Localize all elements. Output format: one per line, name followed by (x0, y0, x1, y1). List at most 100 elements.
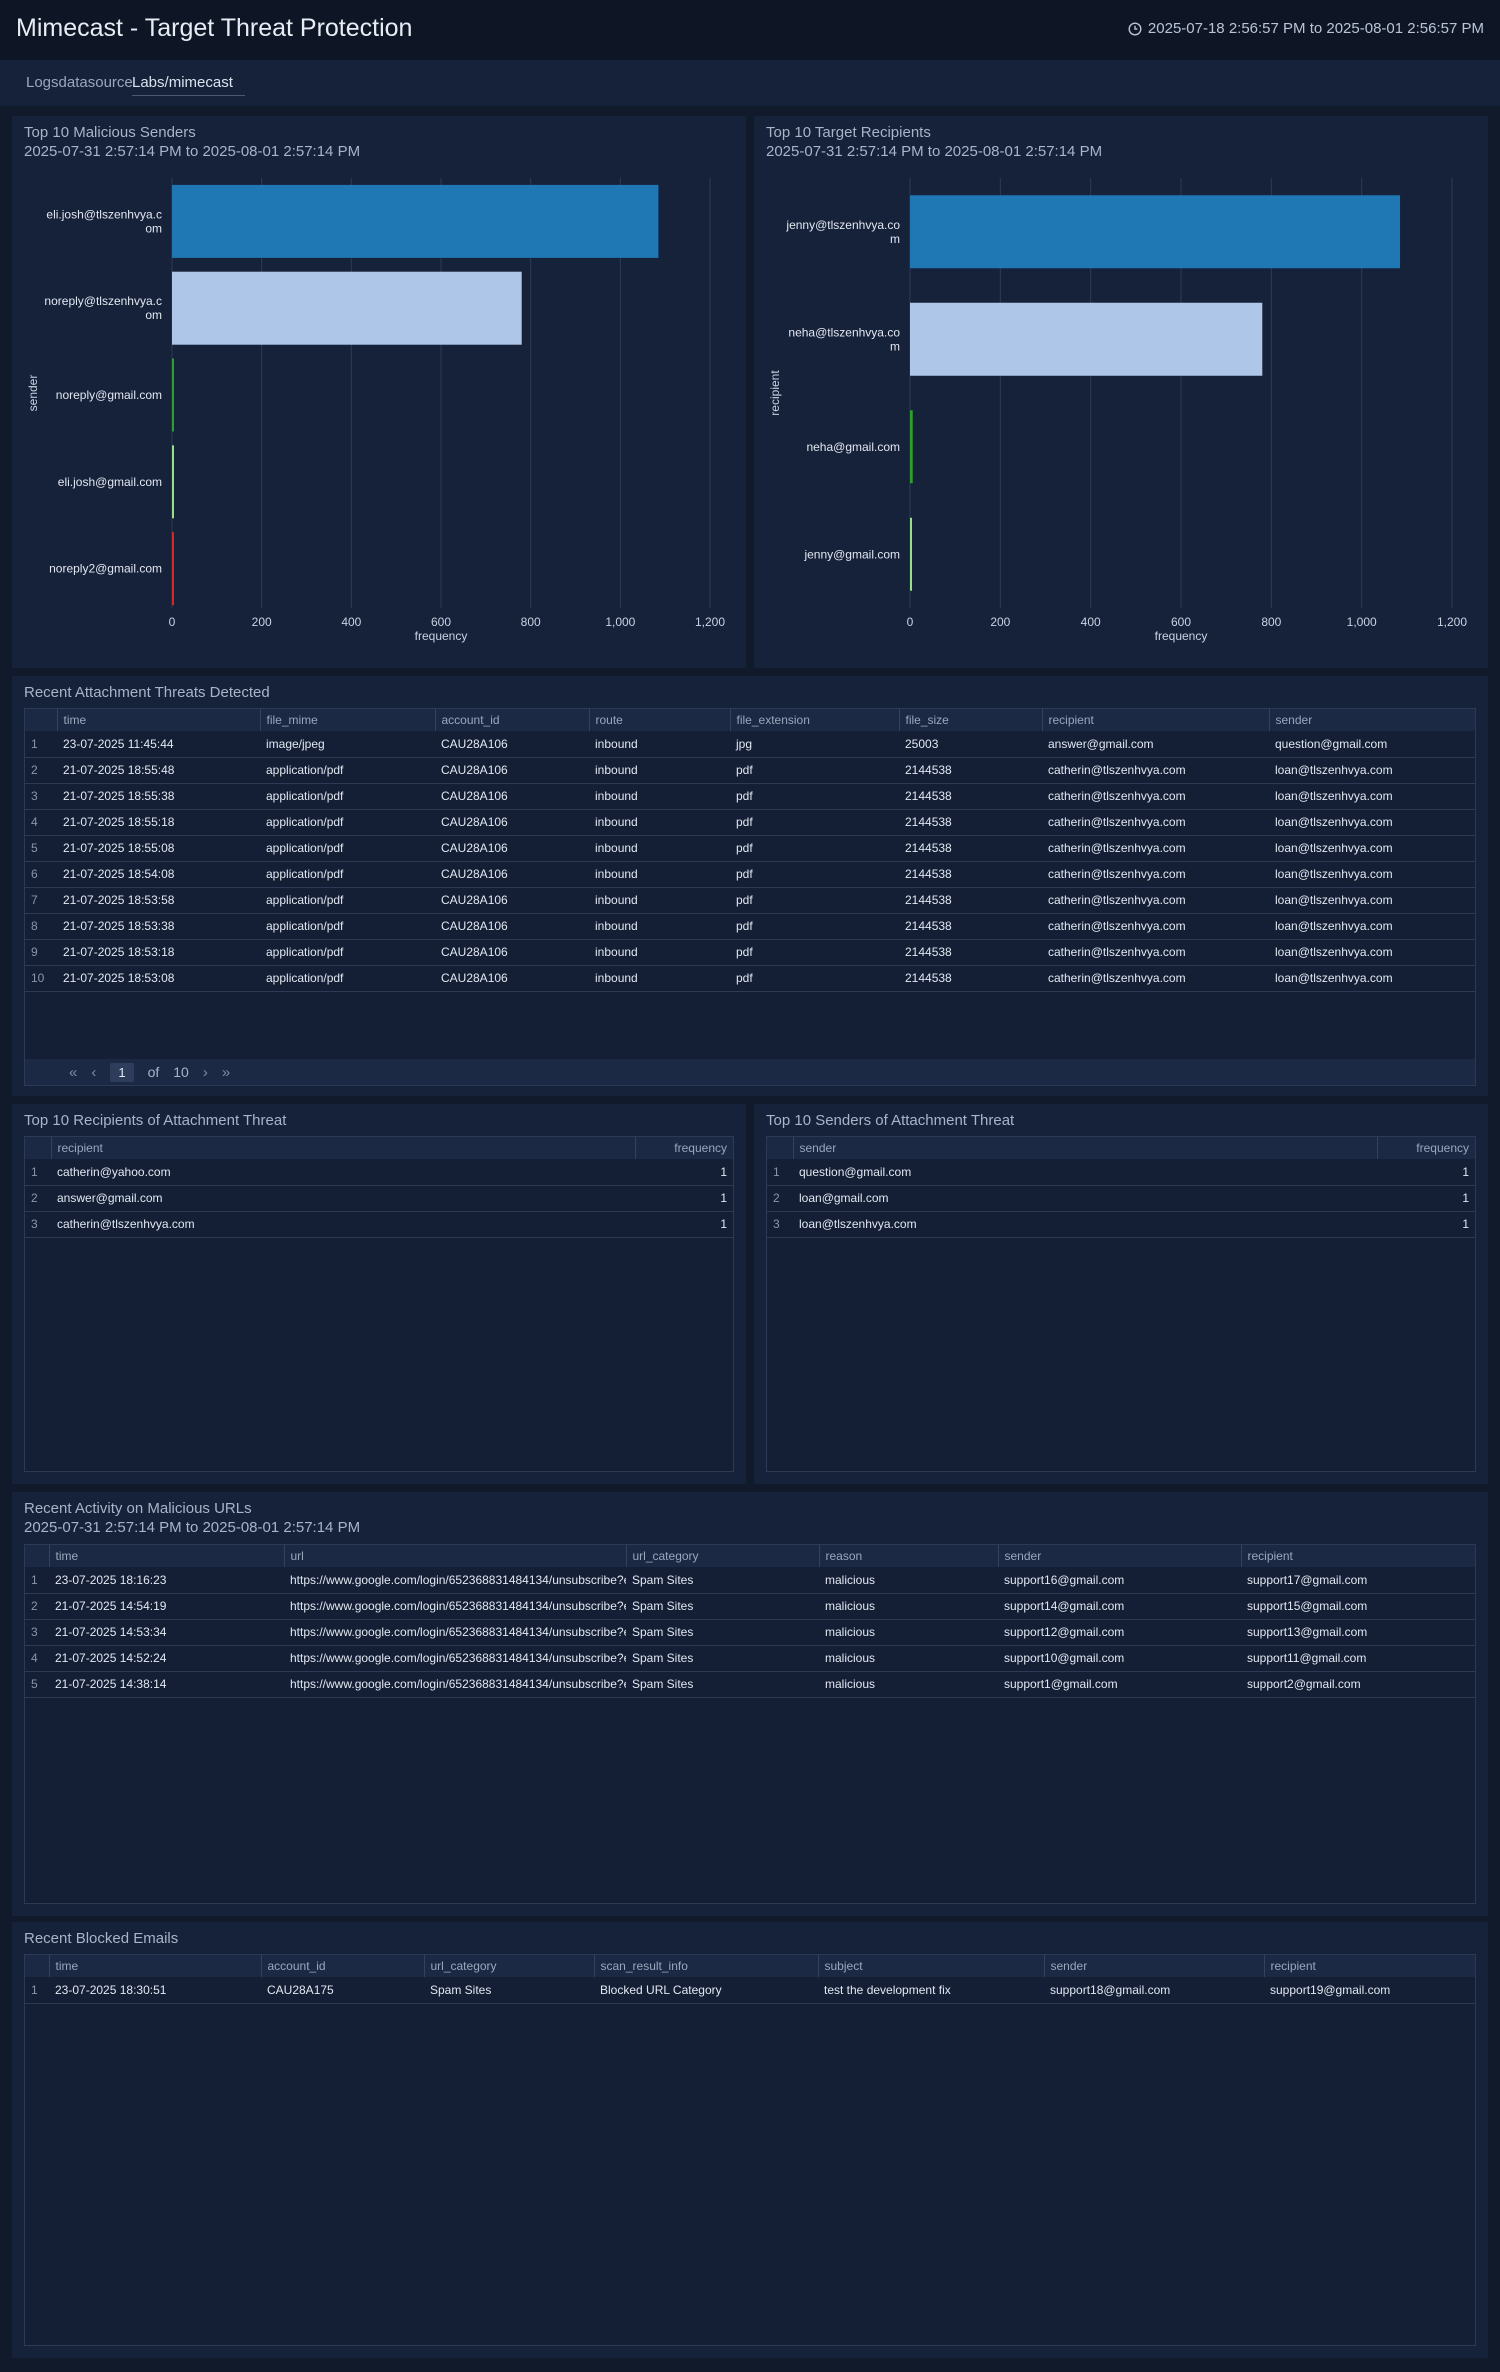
bar[interactable] (172, 184, 659, 258)
table-cell: pdf (730, 939, 899, 966)
column-header[interactable]: route (588, 709, 730, 731)
y-category-label: eli.josh@gmail.com (58, 475, 162, 489)
bar[interactable] (172, 358, 174, 432)
malicious-urls-panel: Recent Activity on Malicious URLs 2025-0… (12, 1492, 1488, 1916)
y-axis-label: recipient (768, 370, 782, 416)
column-header[interactable]: recipient (1263, 1955, 1475, 1977)
row-index: 7 (25, 887, 57, 914)
table-cell: image/jpeg (260, 731, 435, 758)
table-row[interactable]: 3 21-07-2025 18:55:38 application/pdf CAU28… (25, 783, 1475, 810)
column-header[interactable]: file_size (898, 709, 1042, 731)
table-cell: 2144538 (899, 913, 1042, 940)
x-tick-label: 800 (1261, 615, 1281, 629)
column-header[interactable]: url (283, 1545, 626, 1567)
row-index: 1 (25, 1567, 49, 1594)
column-header[interactable]: sender (792, 1137, 1377, 1159)
bar[interactable] (910, 302, 1263, 376)
column-header[interactable]: recipient (50, 1137, 635, 1159)
y-axis-label: sender (26, 375, 40, 412)
x-tick-label: 400 (1081, 615, 1101, 629)
first-page-icon[interactable]: « (69, 1064, 77, 1081)
column-header[interactable]: recipient (1041, 709, 1269, 731)
column-header[interactable]: frequency (1376, 1137, 1475, 1159)
table-cell: 1 (635, 1185, 733, 1212)
table-row[interactable]: 2 21-07-2025 18:55:48 application/pdf CAU28… (25, 757, 1475, 784)
last-page-icon[interactable]: » (222, 1064, 230, 1081)
column-header-index (25, 709, 57, 731)
current-page[interactable]: 1 (110, 1062, 134, 1082)
table-cell: https://www.google.com/login/65236883148… (284, 1671, 626, 1698)
bar[interactable] (910, 517, 912, 591)
column-header[interactable]: reason (818, 1545, 998, 1567)
column-header[interactable]: url_category (423, 1955, 594, 1977)
table-row[interactable]: 10 21-07-2025 18:53:08 application/pdf CAU2… (25, 965, 1475, 992)
table-row[interactable]: 1 23-07-2025 18:30:51 CAU28A175 Spam Sites B… (25, 1977, 1475, 2004)
table-row[interactable]: 3 loan@tlszenhvya.com 1 (767, 1211, 1475, 1238)
table-cell: CAU28A106 (435, 913, 589, 940)
table-row[interactable]: 1 23-07-2025 11:45:44 image/jpeg CAU28A106 i… (25, 731, 1475, 758)
next-page-icon[interactable]: › (203, 1064, 208, 1081)
table-cell: 21-07-2025 18:53:38 (57, 913, 260, 940)
table-row[interactable]: 7 21-07-2025 18:53:58 application/pdf CAU28… (25, 887, 1475, 914)
y-category-label: noreply@tlszenhvya.c (44, 294, 162, 308)
column-header[interactable]: account_id (434, 709, 589, 731)
table-row[interactable]: 4 21-07-2025 18:55:18 application/pdf CAU28… (25, 809, 1475, 836)
column-header[interactable]: time (48, 1955, 261, 1977)
table-row[interactable]: 4 21-07-2025 14:52:24 https://www.google.c… (25, 1645, 1475, 1672)
x-tick-label: 600 (1171, 615, 1191, 629)
column-header[interactable]: file_extension (729, 709, 899, 731)
table-cell: catherin@tlszenhvya.com (1042, 887, 1269, 914)
table-cell: inbound (589, 861, 730, 888)
table-row[interactable]: 2 loan@gmail.com 1 (767, 1185, 1475, 1212)
column-header-index (25, 1955, 49, 1977)
table-row[interactable]: 8 21-07-2025 18:53:38 application/pdf CAU28… (25, 913, 1475, 940)
bar[interactable] (172, 532, 174, 606)
bar[interactable] (910, 410, 913, 484)
table-row[interactable]: 1 23-07-2025 18:16:23 https://www.google.c… (25, 1567, 1475, 1594)
column-header-index (767, 1137, 793, 1159)
table-cell: malicious (819, 1671, 998, 1698)
table-row[interactable]: 2 21-07-2025 14:54:19 https://www.google.c… (25, 1593, 1475, 1620)
row-index: 1 (25, 731, 57, 758)
table-cell: support17@gmail.com (1241, 1567, 1475, 1594)
table-row[interactable]: 2 answer@gmail.com 1 (25, 1185, 733, 1212)
bar[interactable] (172, 271, 522, 345)
column-header[interactable]: frequency (634, 1137, 733, 1159)
table-row[interactable]: 1 catherin@yahoo.com 1 (25, 1159, 733, 1186)
prev-page-icon[interactable]: ‹ (91, 1064, 96, 1081)
column-header[interactable]: file_mime (259, 709, 435, 731)
column-header[interactable]: sender (1268, 709, 1475, 731)
column-header[interactable]: subject (817, 1955, 1044, 1977)
datasource-select[interactable]: Labs/mimecast (132, 72, 245, 96)
column-header-index (25, 1137, 51, 1159)
table-cell: malicious (819, 1645, 998, 1672)
table-cell: support14@gmail.com (998, 1593, 1241, 1620)
column-header[interactable]: sender (997, 1545, 1241, 1567)
column-header[interactable]: sender (1043, 1955, 1264, 1977)
column-header[interactable]: time (48, 1545, 284, 1567)
bar[interactable] (910, 195, 1401, 269)
column-header[interactable]: scan_result_info (593, 1955, 818, 1977)
bar[interactable] (172, 445, 174, 519)
table-row[interactable]: 5 21-07-2025 14:38:14 https://www.google.c… (25, 1671, 1475, 1698)
table-row[interactable]: 1 question@gmail.com 1 (767, 1159, 1475, 1186)
table-row[interactable]: 3 catherin@tlszenhvya.com 1 (25, 1211, 733, 1238)
column-header[interactable]: recipient (1240, 1545, 1475, 1567)
panel-title: Top 10 Recipients of Attachment Threat (24, 1112, 287, 1129)
column-header[interactable]: time (56, 709, 260, 731)
table-row[interactable]: 9 21-07-2025 18:53:18 application/pdf CAU28… (25, 939, 1475, 966)
time-range-picker[interactable]: 2025-07-18 2:56:57 PM to 2025-08-01 2:56… (1128, 20, 1484, 37)
column-header[interactable]: account_id (260, 1955, 424, 1977)
table-cell: support11@gmail.com (1241, 1645, 1475, 1672)
table-header-row: time file_mime account_id route file_ext… (25, 709, 1475, 731)
table-cell: question@gmail.com (1269, 731, 1475, 758)
table-cell: support19@gmail.com (1264, 1977, 1475, 2004)
y-category-label: m (890, 232, 900, 246)
column-header[interactable]: url_category (625, 1545, 819, 1567)
table-row[interactable]: 3 21-07-2025 14:53:34 https://www.google.c… (25, 1619, 1475, 1646)
table-cell: loan@tlszenhvya.com (1269, 757, 1475, 784)
table-row[interactable]: 6 21-07-2025 18:54:08 application/pdf CAU28… (25, 861, 1475, 888)
table-cell: support10@gmail.com (998, 1645, 1241, 1672)
table-row[interactable]: 5 21-07-2025 18:55:08 application/pdf CAU28… (25, 835, 1475, 862)
table-header-row: sender frequency (767, 1137, 1475, 1159)
